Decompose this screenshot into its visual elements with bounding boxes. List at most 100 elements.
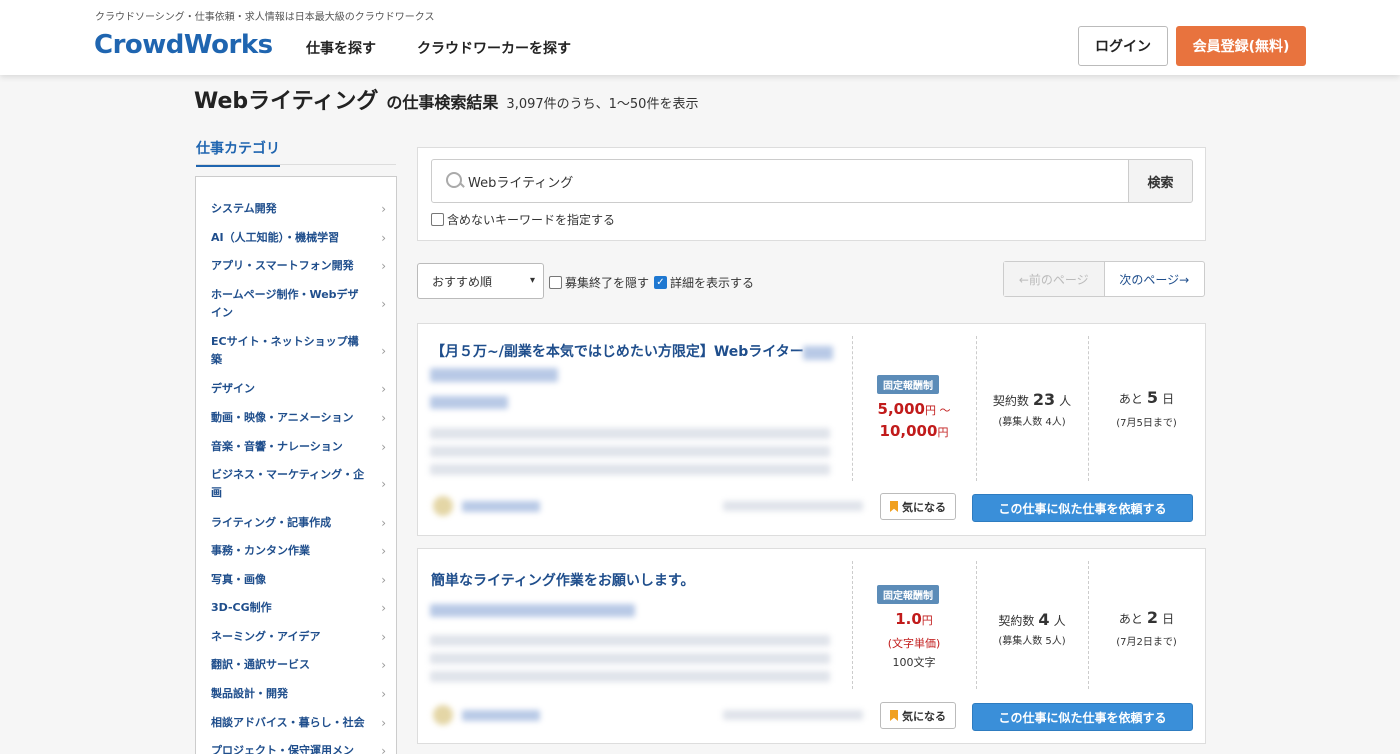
chevron-right-icon: › [381,440,386,454]
category-item[interactable]: 相談アドバイス・暮らし・社会 › [211,714,386,732]
category-item[interactable]: ネーミング・アイデア › [211,628,386,646]
category-item[interactable]: ビジネス・マーケティング・企画 › [211,466,386,502]
chevron-right-icon: › [381,411,386,425]
category-item[interactable]: ライティング・記事作成 › [211,514,386,532]
chevron-right-icon: › [381,716,386,730]
sort-select[interactable]: おすすめ順 ▾ [417,263,544,299]
price-range-end: 10,000円 [879,422,949,440]
category-heading-divider [196,164,396,165]
payment-type-badge: 固定報酬制 [877,375,939,394]
category-item[interactable]: 音楽・音響・ナレーション › [211,438,386,456]
search-icon [444,170,466,192]
contract-count: 契約数 23 人 [992,390,1072,409]
nav-find-jobs[interactable]: 仕事を探す [306,38,376,58]
job-title-link[interactable]: 【月５万~/副業を本気ではじめたい方限定】Webライター [431,340,831,364]
hide-closed-label: 募集終了を隠す [565,276,650,290]
redacted-category [430,604,635,617]
prev-page-button[interactable]: ←前のページ [1004,262,1105,296]
chevron-right-icon: › [381,382,386,396]
header-tagline: クラウドソーシング・仕事依頼・求人情報は日本最大級のクラウドワークス [95,12,435,23]
redacted-description [430,428,830,439]
recruit-count: (募集人数 4人) [998,417,1066,428]
site-header: クラウドソーシング・仕事依頼・求人情報は日本最大級のクラウドワークス Crowd… [0,0,1400,75]
chevron-right-icon: › [381,573,386,587]
redacted-title-text [803,346,833,360]
chevron-right-icon: › [381,544,386,558]
sort-select-value: おすすめ順 [432,274,493,289]
login-button[interactable]: ログイン [1078,26,1168,66]
show-details-label: 詳細を表示する [670,276,755,290]
category-item[interactable]: 事務・カンタン作業 › [211,542,386,560]
redacted-description [430,671,830,682]
category-item[interactable]: デザイン › [211,380,386,398]
category-item[interactable]: アプリ・スマートフォン開発 › [211,257,386,275]
redacted-client-name [462,710,540,721]
recruit-count: (募集人数 5人) [998,636,1066,647]
page-title-keyword: Webライティング [194,89,379,114]
chevron-right-icon: › [381,658,386,672]
chevron-right-icon: › [381,259,386,273]
redacted-post-date [723,501,863,511]
redacted-post-date [723,710,863,720]
exclude-keyword-label: 含めないキーワードを指定する [447,213,616,227]
price-range-start: 5,000円 〜 [877,400,951,418]
category-item[interactable]: ECサイト・ネットショップ構築 › [211,333,386,369]
chevron-right-icon: › [381,231,386,245]
show-details-toggle[interactable]: ✓ 詳細を表示する [654,274,754,291]
search-button[interactable]: 検索 [1128,159,1193,203]
category-item[interactable]: ホームページ制作・Webデザイン › [211,286,386,322]
days-remaining: あと 5 日 [1118,388,1175,407]
chevron-right-icon: › [381,744,386,754]
redacted-description [430,653,830,664]
favorite-button[interactable]: 気になる [880,702,956,729]
contract-count: 契約数 4 人 [998,610,1066,629]
chevron-right-icon: › [381,297,386,311]
order-similar-job-button[interactable]: この仕事に似た仕事を依頼する [972,494,1193,522]
category-item[interactable]: 翻訳・通訳サービス › [211,656,386,674]
bookmark-icon [890,710,898,721]
chevron-down-icon: ▾ [529,275,535,286]
category-item[interactable]: 3D-CG制作 › [211,599,386,617]
search-input[interactable]: Webライティング [431,159,1129,203]
bookmark-icon [890,501,898,512]
days-remaining: あと 2 日 [1118,608,1175,627]
category-item[interactable]: AI（人工知能）・機械学習 › [211,229,386,247]
hide-closed-checkbox[interactable] [549,276,562,289]
chevron-right-icon: › [381,601,386,615]
page-title: Webライティング の仕事検索結果 3,097件のうち、1〜50件を表示 [194,83,698,115]
exclude-keyword-checkbox[interactable] [431,213,444,226]
category-item[interactable]: 写真・画像 › [211,571,386,589]
job-title-link[interactable]: 簡単なライティング作業をお願いします。 [431,569,831,593]
redacted-client-avatar [433,705,453,725]
category-item[interactable]: プロジェクト・保守運用メン › [211,742,386,754]
hide-closed-toggle[interactable]: 募集終了を隠す [549,274,649,291]
category-item[interactable]: 動画・映像・アニメーション › [211,409,386,427]
show-details-checkbox[interactable]: ✓ [654,276,667,289]
column-divider [1088,336,1089,481]
favorite-button[interactable]: 気になる [880,493,956,520]
category-item[interactable]: 製品設計・開発 › [211,685,386,703]
crowdworks-logo[interactable]: CrowdWorks [94,30,273,60]
job-card: 【月５万~/副業を本気ではじめたい方限定】Webライター 固定報酬制 5,000… [417,323,1206,536]
register-button[interactable]: 会員登録(無料) [1176,26,1306,66]
redacted-client-name [462,501,540,512]
result-count: 3,097件のうち、1〜50件を表示 [506,97,699,112]
redacted-category [430,396,508,409]
price-per-character: 1.0円 [895,610,933,628]
redacted-description [430,635,830,646]
deadline-date: (7月2日まで) [1116,637,1177,648]
pagination: ←前のページ 次のページ→ [1003,261,1205,297]
chevron-right-icon: › [381,477,386,491]
order-similar-job-button[interactable]: この仕事に似た仕事を依頼する [972,703,1193,731]
exclude-keyword-toggle[interactable]: 含めないキーワードを指定する [431,211,615,228]
next-page-button[interactable]: 次のページ→ [1105,262,1205,296]
category-item[interactable]: システム開発 › [211,200,386,218]
chevron-right-icon: › [381,344,386,358]
nav-find-workers[interactable]: クラウドワーカーを探す [417,38,571,58]
redacted-client-avatar [433,496,453,516]
category-heading: 仕事カテゴリ [196,138,280,167]
payment-type-badge: 固定報酬制 [877,585,939,604]
chevron-right-icon: › [381,630,386,644]
page-title-suffix: の仕事検索結果 [386,93,499,112]
redacted-description [430,446,830,457]
